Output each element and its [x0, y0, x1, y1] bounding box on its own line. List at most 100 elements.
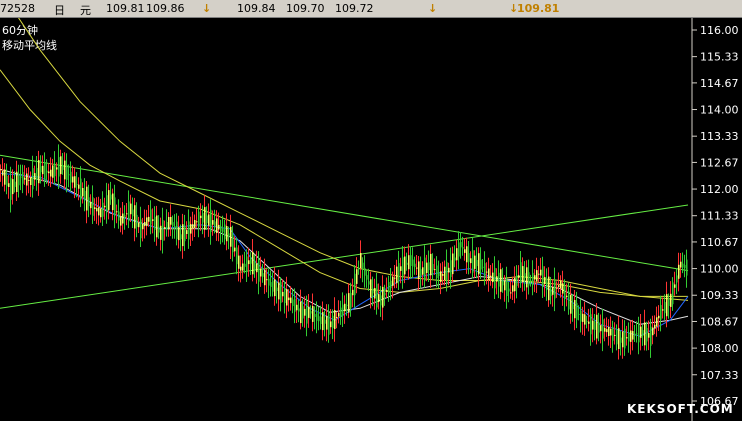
candle-body	[356, 269, 358, 284]
candle-body	[72, 176, 74, 183]
candle-body	[422, 267, 424, 275]
candle-body	[684, 264, 686, 269]
candle-body	[266, 279, 268, 281]
candle-body	[240, 266, 242, 271]
candle-body	[206, 215, 208, 224]
candle-body	[364, 267, 366, 276]
candle-body	[650, 326, 652, 346]
candle-body	[464, 249, 466, 253]
candle-body	[626, 337, 628, 339]
candle-body	[132, 209, 134, 217]
candle-body	[528, 272, 530, 286]
candle-body	[174, 226, 176, 229]
price-chart: 60分钟 移动平均线 116.00 115.33 114.67 114.00 113.3…	[0, 18, 742, 421]
candle-body	[632, 331, 634, 340]
candle-body	[52, 165, 54, 178]
candle-body	[372, 288, 374, 294]
candle-body	[250, 257, 252, 264]
candle-body	[322, 312, 324, 331]
candle-body	[544, 277, 546, 284]
candle-body	[574, 300, 576, 319]
candle-body	[328, 312, 330, 335]
close-value: 109.70	[286, 2, 325, 15]
candle-body	[634, 333, 636, 336]
candle-body	[406, 262, 408, 265]
period-label: 日	[54, 4, 65, 17]
candle-body	[488, 268, 490, 280]
candle-body	[4, 169, 6, 185]
candle-body	[302, 306, 304, 319]
candle-body	[494, 267, 496, 289]
candle-body	[484, 263, 486, 276]
down-arrow-icon: ↓	[428, 2, 438, 15]
candle-body	[530, 280, 532, 282]
candle-body	[188, 221, 190, 240]
candle-body	[222, 228, 224, 233]
candle-body	[578, 313, 580, 315]
candle-body	[312, 306, 314, 322]
candle-body	[32, 168, 34, 190]
candle-body	[350, 292, 352, 308]
candle-body	[586, 320, 588, 322]
candle-body	[186, 230, 188, 234]
candle-body	[432, 264, 434, 271]
candle-body	[572, 304, 574, 310]
indicator-label: 移动平均线	[2, 38, 57, 52]
candle-body	[64, 160, 66, 180]
candle-body	[592, 320, 594, 330]
y-tick-label: 110.00	[700, 263, 739, 276]
candle-body	[590, 314, 592, 335]
candle-body	[12, 179, 14, 195]
candle-body	[672, 282, 674, 305]
candle-body	[612, 326, 614, 341]
candle-body	[474, 255, 476, 269]
candle-body	[126, 213, 128, 215]
candle-body	[224, 224, 226, 240]
candle-body	[244, 263, 246, 267]
candle-body	[120, 216, 122, 226]
candle-body	[296, 304, 298, 311]
candle-body	[138, 222, 140, 228]
candle-body	[226, 226, 228, 242]
candle-body	[332, 315, 334, 329]
candle-body	[388, 282, 390, 294]
candle-body	[292, 299, 294, 307]
candle-body	[62, 165, 64, 170]
candle-body	[82, 188, 84, 197]
candle-body	[588, 321, 590, 324]
candle-body	[58, 157, 60, 177]
candle-body	[498, 272, 500, 287]
candle-body	[70, 171, 72, 183]
candle-body	[522, 266, 524, 283]
candle-body	[314, 314, 316, 317]
candle-body	[470, 258, 472, 264]
candle-body	[602, 319, 604, 339]
candle-body	[246, 256, 248, 272]
candle-body	[636, 333, 638, 335]
candle-body	[258, 258, 260, 282]
candle-body	[618, 328, 620, 349]
candle-body	[584, 314, 586, 325]
candle-body	[194, 220, 196, 229]
candle-body	[502, 280, 504, 286]
candle-body	[28, 179, 30, 181]
candle-body	[238, 255, 240, 269]
candle-body	[434, 269, 436, 271]
candle-body	[22, 172, 24, 184]
candle-body	[358, 267, 360, 270]
candle-body	[452, 253, 454, 275]
candle-body	[420, 269, 422, 276]
candle-body	[158, 226, 160, 233]
candle-body	[424, 257, 426, 282]
candle-body	[456, 248, 458, 261]
candle-body	[614, 334, 616, 336]
candle-body	[538, 273, 540, 275]
candle-body	[214, 221, 216, 227]
candle-body	[510, 292, 512, 294]
symbol-code: 72528	[0, 2, 35, 15]
candle-body	[162, 220, 164, 241]
candle-body	[486, 271, 488, 273]
candle-body	[38, 160, 40, 184]
candle-body	[56, 167, 58, 170]
candle-body	[166, 222, 168, 230]
